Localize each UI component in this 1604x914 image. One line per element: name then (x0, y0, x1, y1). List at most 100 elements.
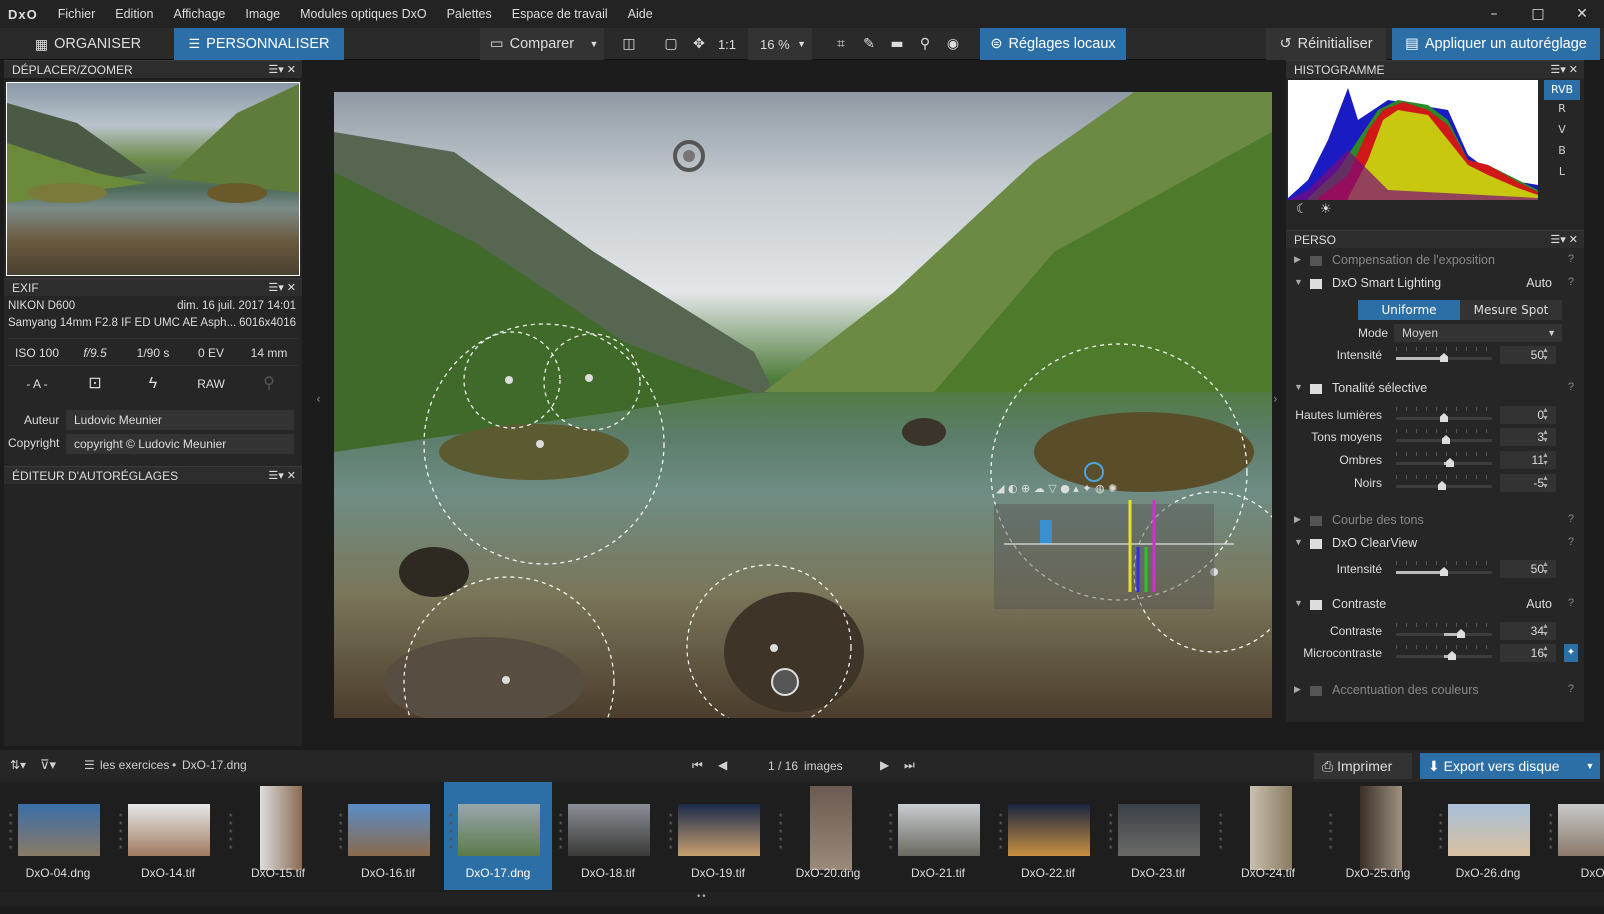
spinner-icon[interactable]: ▲ ▼ (1542, 645, 1549, 661)
help-icon[interactable]: ? (1568, 381, 1574, 393)
minimize-button[interactable]: – (1472, 0, 1516, 28)
smart-lighting-row[interactable]: ▼ DxO Smart Lighting Auto ? (1286, 273, 1582, 295)
export-button[interactable]: ⬇ Export vers disque (1420, 753, 1588, 779)
rating-stars[interactable]: ★ ★ ★ ★ ★ (448, 812, 453, 852)
channel-v[interactable]: V (1544, 123, 1580, 136)
help-icon[interactable]: ? (1568, 683, 1574, 695)
rating-stars[interactable]: ★ ★ ★ ★ ★ (8, 812, 13, 852)
rating-stars[interactable]: ★ ★ ★ ★ ★ (778, 812, 783, 852)
filter-icon[interactable]: ⊽▾ (40, 757, 56, 773)
maximize-button[interactable]: □ (1516, 0, 1560, 28)
enable-checkbox[interactable] (1310, 539, 1322, 549)
menu-modules[interactable]: Modules optiques DxO (290, 7, 436, 21)
prev-image-icon[interactable]: ◀ (718, 758, 727, 772)
filmstrip-thumb[interactable]: ★ ★ ★ ★ ★ DxO-26.dng (1434, 782, 1542, 890)
micro-slider[interactable] (1448, 651, 1456, 660)
crop-icon[interactable]: ⌗ (828, 28, 854, 60)
menu-espace[interactable]: Espace de travail (502, 7, 618, 21)
help-icon[interactable]: ? (1568, 253, 1574, 265)
customize-tab[interactable]: ☰ PERSONNALISER (174, 28, 344, 60)
cv-intensity-slider[interactable] (1440, 567, 1448, 576)
navigator-thumbnail[interactable] (6, 82, 300, 276)
compare-dropdown[interactable]: ▼ (584, 28, 604, 60)
enable-checkbox[interactable] (1310, 600, 1322, 610)
enable-checkbox[interactable] (1310, 516, 1322, 526)
rating-stars[interactable]: ★ ★ ★ ★ ★ (1218, 812, 1223, 852)
channel-b[interactable]: B (1544, 144, 1580, 157)
last-image-icon[interactable]: ⏭ (904, 758, 915, 773)
print-button[interactable]: ⎙ Imprimer (1314, 753, 1412, 779)
eyedropper-icon[interactable]: ✎ (856, 28, 882, 60)
next-image-icon[interactable]: ▶ (880, 758, 889, 772)
zoom-select[interactable]: 16 % ▼ (748, 28, 812, 60)
magic-wand-icon[interactable]: ✦ (1564, 644, 1578, 662)
rating-stars[interactable]: ★ ★ ★ ★ ★ (118, 812, 123, 852)
panel-menu-icon[interactable]: ☰▾ ✕ (268, 279, 296, 297)
contrast-slider[interactable] (1457, 629, 1465, 638)
rating-stars[interactable]: ★ ★ ★ ★ ★ (1438, 812, 1443, 852)
reset-button[interactable]: ↺ Réinitialiser (1266, 28, 1386, 60)
spot-button[interactable]: Mesure Spot (1460, 300, 1562, 320)
channel-r[interactable]: R (1544, 102, 1580, 115)
organize-tab[interactable]: ▦ ORGANISER (4, 28, 172, 60)
rating-stars[interactable]: ★ ★ ★ ★ ★ (1108, 812, 1113, 852)
eye-icon[interactable]: ◉ (940, 28, 966, 60)
help-icon[interactable]: ? (1568, 536, 1574, 548)
uniform-button[interactable]: Uniforme (1358, 300, 1460, 320)
rating-stars[interactable]: ★ ★ ★ ★ ★ (888, 812, 893, 852)
sort-icon[interactable]: ⇅▾ (10, 758, 26, 772)
rating-stars[interactable]: ★ ★ ★ ★ ★ (668, 812, 673, 852)
repair-icon[interactable]: ⚲ (912, 28, 938, 60)
spinner-icon[interactable]: ▲ ▼ (1542, 407, 1549, 423)
author-field[interactable]: Ludovic Meunier (66, 410, 294, 430)
filmstrip-thumb[interactable]: ★ ★ ★ ★ ★ DxO-04.dng (4, 782, 112, 890)
auto-label[interactable]: Auto (1526, 597, 1552, 611)
filmstrip-thumb[interactable]: ★ ★ ★ ★ ★ DxO-25.dng (1324, 782, 1432, 890)
collapse-left-icon[interactable]: ‹ (316, 392, 321, 406)
menu-affichage[interactable]: Affichage (163, 7, 235, 21)
filmstrip-thumb[interactable]: ★ ★ ★ ★ ★ DxO-19.tif (664, 782, 772, 890)
filmstrip-thumb[interactable]: ★ ★ ★ ★ ★ DxO-17.dng (444, 782, 552, 890)
spinner-icon[interactable]: ▲ ▼ (1542, 623, 1549, 639)
clearview-row[interactable]: ▼ DxO ClearView ? (1286, 533, 1582, 555)
filmstrip-thumb[interactable]: ★ ★ ★ ★ ★ DxO-18.tif (554, 782, 662, 890)
mode-select[interactable]: Moyen ▼ (1394, 324, 1562, 342)
spinner-icon[interactable]: ▲ ▼ (1542, 561, 1549, 577)
local-adjustments-button[interactable]: ⊜ Réglages locaux (980, 28, 1126, 60)
panel-menu-icon[interactable]: ☰▾ ✕ (268, 467, 296, 485)
copyright-field[interactable]: copyright © Ludovic Meunier (66, 434, 294, 454)
filmstrip-thumb[interactable]: ★ ★ ★ ★ ★ DxO-24.tif (1214, 782, 1322, 890)
filmstrip-thumb[interactable]: ★ ★ ★ ★ ★ DxO-16.tif (334, 782, 442, 890)
apply-preset-button[interactable]: ▤ Appliquer un autoréglage (1392, 28, 1600, 60)
first-image-icon[interactable]: ⏮ (692, 758, 703, 773)
enable-checkbox[interactable] (1310, 256, 1322, 266)
intensity-slider[interactable] (1440, 353, 1448, 362)
menu-fichier[interactable]: Fichier (48, 7, 106, 21)
export-dropdown[interactable]: ▼ (1580, 753, 1600, 779)
scroll-handle-icon[interactable]: •• (696, 892, 707, 902)
blacks-slider[interactable] (1438, 481, 1446, 490)
filmstrip-thumb[interactable]: ★ ★ ★ ★ ★ DxO-23.tif (1104, 782, 1212, 890)
filmstrip-thumb[interactable]: ★ ★ ★ ★ ★ DxO-22.tif (994, 782, 1102, 890)
filmstrip-thumb[interactable]: ★ ★ ★ ★ ★ DxO-14.tif (114, 782, 222, 890)
color-accent-row[interactable]: ▶ Accentuation des couleurs ? (1286, 680, 1582, 702)
exposure-row[interactable]: ▶ Compensation de l'exposition ? (1286, 250, 1582, 272)
horizon-icon[interactable]: ▬ (884, 28, 910, 60)
spinner-icon[interactable]: ▲ ▼ (1542, 347, 1549, 363)
filmstrip-thumb[interactable]: ★ ★ ★ ★ ★ DxO-21.tif (884, 782, 992, 890)
channel-rgb[interactable]: RVB (1544, 80, 1580, 100)
filmstrip-thumb[interactable]: ★★★★★ DxO-2 (1544, 782, 1604, 890)
folder-name[interactable]: les exercices (100, 758, 169, 772)
highlights-slider[interactable] (1440, 413, 1448, 422)
main-image-viewer[interactable]: ◢ ◐ ⊕ ☁ ▽ ● ▴ ✦ ◍ ✺ (334, 92, 1272, 718)
filmstrip-thumb[interactable]: ★ ★ ★ ★ ★ DxO-15.tif (224, 782, 332, 890)
tone-curve-row[interactable]: ▶ Courbe des tons ? (1286, 510, 1582, 532)
filmstrip-scrollbar[interactable]: •• (0, 892, 1604, 906)
menu-image[interactable]: Image (235, 7, 290, 21)
panel-menu-icon[interactable]: ☰▾ ✕ (1550, 61, 1578, 79)
help-icon[interactable]: ? (1568, 276, 1574, 288)
rating-stars[interactable]: ★ ★ ★ ★ ★ (998, 812, 1003, 852)
panel-menu-icon[interactable]: ☰▾ ✕ (1550, 231, 1578, 249)
auto-label[interactable]: Auto (1526, 276, 1552, 290)
help-icon[interactable]: ? (1568, 513, 1574, 525)
